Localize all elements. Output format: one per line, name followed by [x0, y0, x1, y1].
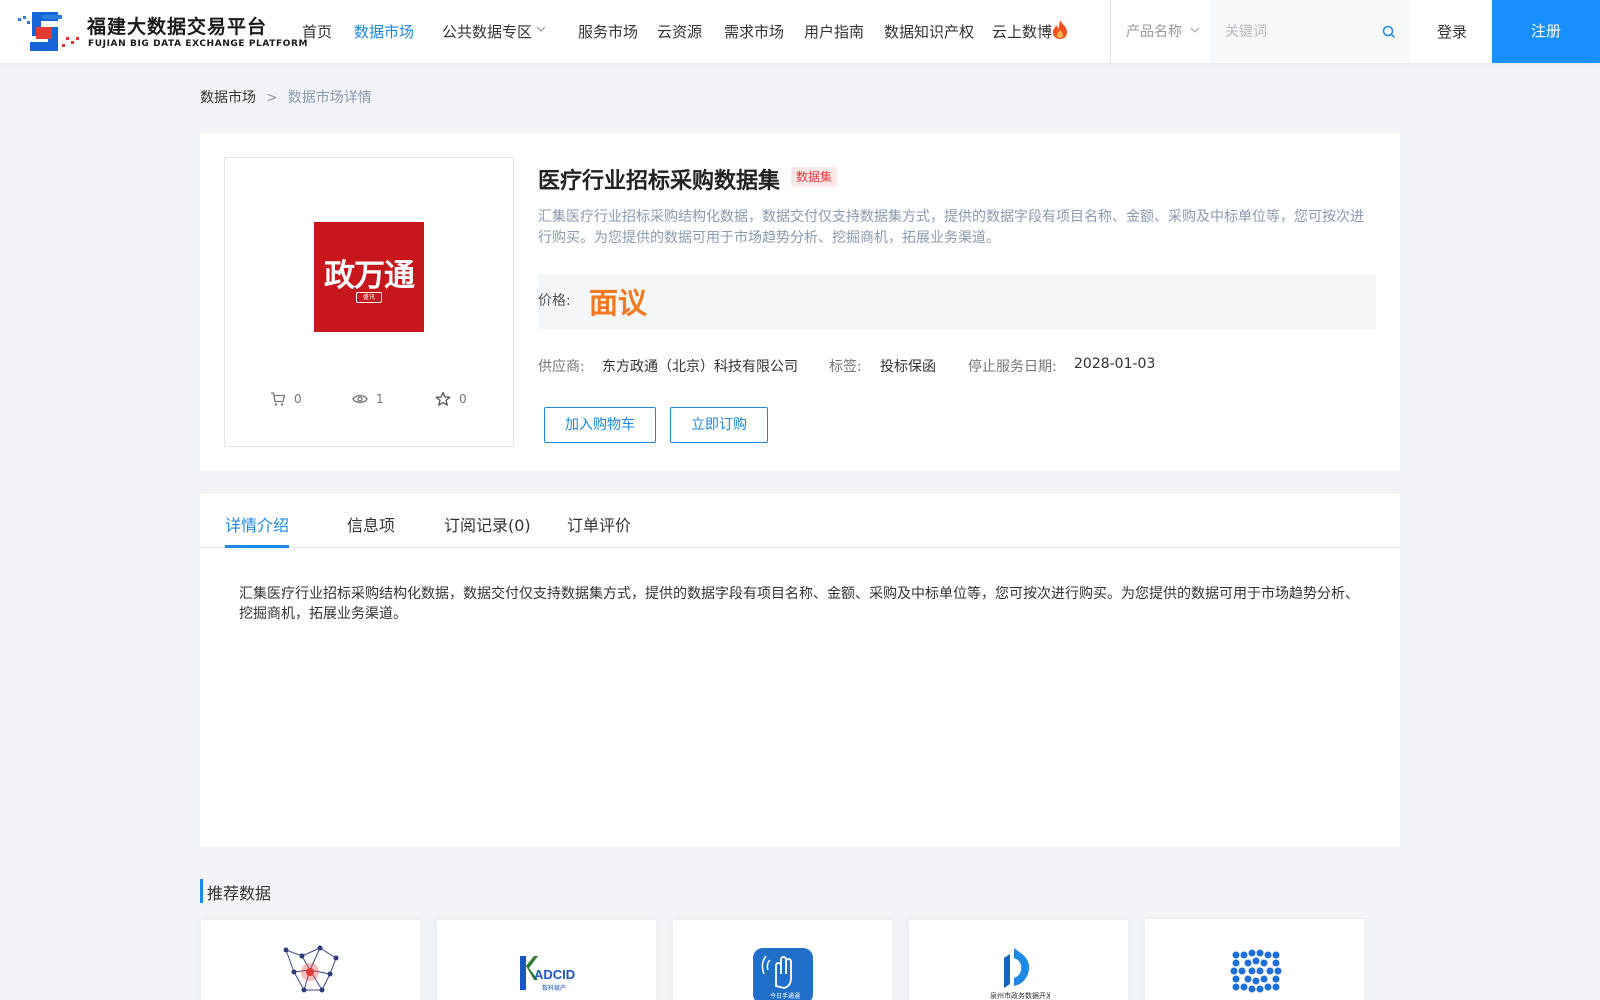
- chevron-down-icon[interactable]: [536, 24, 546, 34]
- star-icon[interactable]: [435, 391, 451, 407]
- nav-home[interactable]: 首页: [302, 21, 332, 42]
- nav-cloud-resource[interactable]: 云资源: [657, 21, 702, 42]
- adcid-logo-icon: ADCID 数科赋产: [520, 956, 575, 992]
- product-thumbnail: 政万通 盛讯 0 1 0: [224, 157, 514, 447]
- svg-text:ADCID: ADCID: [534, 967, 575, 982]
- tags-label: 标签:: [829, 359, 862, 375]
- add-to-cart-button[interactable]: 加入购物车: [544, 407, 656, 443]
- product-logo: 政万通 盛讯: [314, 222, 424, 332]
- end-date-value: 2028-01-03: [1074, 356, 1156, 372]
- logo-mark-icon: [18, 12, 79, 51]
- logo-text-en: FUJIAN BIG DATA EXCHANGE PLATFORM: [88, 39, 309, 49]
- tab-order-reviews[interactable]: 订单评价: [567, 512, 631, 536]
- product-logo-text: 政万通: [324, 258, 415, 294]
- tab-content-details: 汇集医疗行业招标采购结构化数据，数据交付仅支持数据集方式，提供的数据字段有项目名…: [239, 586, 1359, 622]
- view-count: 1: [376, 392, 384, 406]
- cart-count: 0: [294, 392, 302, 406]
- recommend-card[interactable]: [201, 920, 420, 1000]
- nav-demand-market[interactable]: 需求市场: [724, 21, 784, 42]
- recommend-card[interactable]: ADCID 数科赋产: [437, 920, 656, 1000]
- tab-subscription-records[interactable]: 订阅记录(0): [444, 512, 531, 536]
- svg-text:泉州市政务数据开发: 泉州市政务数据开发: [990, 991, 1050, 1000]
- price-bar: 价格: 面议: [538, 274, 1376, 329]
- supplier-name: 东方政通（北京）科技有限公司: [602, 359, 798, 375]
- product-description: 汇集医疗行业招标采购结构化数据，数据交付仅支持数据集方式，提供的数据字段有项目名…: [538, 209, 1364, 246]
- section-accent-bar: [200, 879, 203, 903]
- chevron-down-icon[interactable]: [1190, 25, 1200, 35]
- price-label: 价格:: [538, 293, 571, 309]
- recommend-section-title: 推荐数据: [207, 884, 272, 903]
- search-category-select[interactable]: 产品名称: [1126, 21, 1182, 41]
- eye-icon: [352, 394, 368, 404]
- active-tab-indicator: [225, 545, 289, 548]
- end-date-label: 停止服务日期:: [968, 359, 1057, 375]
- product-type-badge: 数据集: [791, 167, 838, 187]
- cart-icon: [271, 392, 286, 406]
- svg-text:今日手通通: 今日手通通: [770, 992, 800, 1000]
- tab-bar: 详情介绍 信息项 订阅记录(0) 订单评价: [200, 494, 1400, 548]
- tab-info-items[interactable]: 信息项: [347, 512, 395, 536]
- breadcrumb-separator: >: [266, 90, 278, 106]
- nav-user-guide[interactable]: 用户指南: [804, 21, 864, 42]
- blue-d-logo-icon: 泉州市政务数据开发: [990, 948, 1050, 1000]
- product-title: 医疗行业招标采购数据集: [538, 169, 781, 194]
- breadcrumb-current: 数据市场详情: [287, 90, 372, 106]
- nav-data-ip[interactable]: 数据知识产权: [884, 21, 974, 42]
- hand-app-logo-icon: 今日手通通: [753, 948, 813, 1000]
- header-divider: [1110, 0, 1111, 63]
- search-box: [1210, 0, 1410, 63]
- network-graph-logo-icon: [283, 945, 339, 993]
- product-logo-badge: 盛讯: [356, 292, 382, 303]
- breadcrumb-data-market[interactable]: 数据市场: [200, 90, 256, 106]
- login-link[interactable]: 登录: [1437, 21, 1467, 42]
- logo-text-cn: 福建大数据交易平台: [87, 16, 268, 38]
- supplier-label: 供应商:: [538, 359, 585, 375]
- price-value: 面议: [589, 286, 648, 320]
- svg-text:数科赋产: 数科赋产: [542, 984, 566, 992]
- register-button[interactable]: 注册: [1492, 0, 1600, 63]
- breadcrumb: 数据市场 > 数据市场详情: [200, 87, 372, 107]
- site-logo[interactable]: 福建大数据交易平台 FUJIAN BIG DATA EXCHANGE PLATF…: [16, 9, 307, 54]
- favorite-count: 0: [459, 392, 467, 406]
- search-icon[interactable]: [1382, 25, 1396, 39]
- nav-service-market[interactable]: 服务市场: [578, 21, 638, 42]
- fire-icon: [1053, 20, 1067, 39]
- recommend-card[interactable]: [1145, 919, 1364, 1000]
- nav-data-market[interactable]: 数据市场: [354, 21, 414, 42]
- product-card: 政万通 盛讯 0 1 0 医疗行业招标采购数据集 数据集 汇集医疗行业招标采购结…: [200, 133, 1400, 471]
- tags-value: 投标保函: [880, 359, 936, 375]
- detail-tabs-card: 详情介绍 信息项 订阅记录(0) 订单评价 汇集医疗行业招标采购结构化数据，数据…: [200, 494, 1400, 847]
- tab-details[interactable]: 详情介绍: [225, 512, 289, 536]
- nav-cloud-expo[interactable]: 云上数博: [992, 21, 1052, 42]
- search-input[interactable]: [1225, 20, 1375, 44]
- blue-dots-logo-icon: [1230, 949, 1282, 993]
- recommend-card[interactable]: 泉州市政务数据开发: [909, 920, 1128, 1000]
- nav-public-data[interactable]: 公共数据专区: [442, 21, 532, 42]
- subscribe-button[interactable]: 立即订购: [670, 407, 768, 443]
- recommend-card[interactable]: 今日手通通: [673, 920, 892, 1000]
- top-header: 福建大数据交易平台 FUJIAN BIG DATA EXCHANGE PLATF…: [0, 0, 1600, 63]
